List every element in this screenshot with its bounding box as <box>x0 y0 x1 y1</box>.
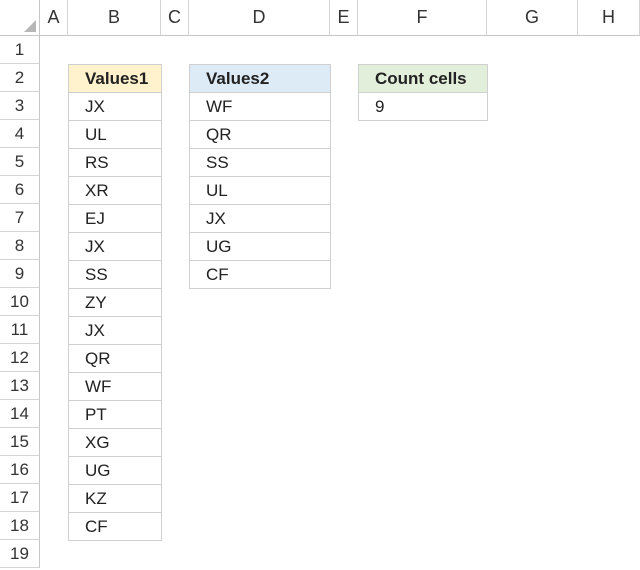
values2-header-cell[interactable]: Values2 <box>189 64 331 93</box>
values1-cell[interactable]: PT <box>68 400 162 429</box>
values1-header-cell[interactable]: Values1 <box>68 64 162 93</box>
row-header-9[interactable]: 9 <box>0 260 40 288</box>
values2-cell[interactable]: CF <box>189 260 331 289</box>
column-header-c[interactable]: C <box>161 0 189 36</box>
values1-cell[interactable]: QR <box>68 344 162 373</box>
column-header-a[interactable]: A <box>40 0 68 36</box>
values2-cell[interactable]: UG <box>189 232 331 261</box>
values1-cell[interactable]: RS <box>68 148 162 177</box>
row-header-15[interactable]: 15 <box>0 428 40 456</box>
column-header-e[interactable]: E <box>330 0 358 36</box>
select-all-triangle-icon <box>24 20 36 32</box>
values1-cell[interactable]: WF <box>68 372 162 401</box>
values1-cell[interactable]: EJ <box>68 204 162 233</box>
column-header-g[interactable]: G <box>487 0 578 36</box>
row-header-4[interactable]: 4 <box>0 120 40 148</box>
column-header-h[interactable]: H <box>578 0 640 36</box>
spreadsheet-grid: ABCDEFGH 1 2 3 4 5 6 7 8 9 10 11 12 13 14 15 16 17 18 19 V… <box>0 0 640 570</box>
values1-cell[interactable]: UG <box>68 456 162 485</box>
row-header-3[interactable]: 3 <box>0 92 40 120</box>
row-header-17[interactable]: 17 <box>0 484 40 512</box>
row-header-14[interactable]: 14 <box>0 400 40 428</box>
row-header-1[interactable]: 1 <box>0 36 40 64</box>
column-header-f[interactable]: F <box>358 0 487 36</box>
count-cells-result-cell[interactable]: 9 <box>358 92 488 121</box>
select-all-corner[interactable] <box>0 0 40 36</box>
values1-cell[interactable]: SS <box>68 260 162 289</box>
values1-cell[interactable]: KZ <box>68 484 162 513</box>
values1-cell[interactable]: XG <box>68 428 162 457</box>
values1-cell[interactable]: XR <box>68 176 162 205</box>
row-header-2[interactable]: 2 <box>0 64 40 92</box>
values1-cell[interactable]: CF <box>68 512 162 541</box>
row-header-16[interactable]: 16 <box>0 456 40 484</box>
row-header-13[interactable]: 13 <box>0 372 40 400</box>
values2-cell[interactable]: UL <box>189 176 331 205</box>
values1-cell[interactable]: ZY <box>68 288 162 317</box>
values2-cell[interactable]: WF <box>189 92 331 121</box>
values2-cell[interactable]: JX <box>189 204 331 233</box>
row-header-7[interactable]: 7 <box>0 204 40 232</box>
row-header-18[interactable]: 18 <box>0 512 40 540</box>
row-header-12[interactable]: 12 <box>0 344 40 372</box>
values1-cell[interactable]: UL <box>68 120 162 149</box>
row-header-8[interactable]: 8 <box>0 232 40 260</box>
row-header-5[interactable]: 5 <box>0 148 40 176</box>
column-header-d[interactable]: D <box>189 0 330 36</box>
values1-cell[interactable]: JX <box>68 232 162 261</box>
count-cells-header-cell[interactable]: Count cells <box>358 64 488 93</box>
row-header-19[interactable]: 19 <box>0 540 40 568</box>
values2-cell[interactable]: QR <box>189 120 331 149</box>
row-header-10[interactable]: 10 <box>0 288 40 316</box>
row-header-11[interactable]: 11 <box>0 316 40 344</box>
row-header-6[interactable]: 6 <box>0 176 40 204</box>
values1-cell[interactable]: JX <box>68 316 162 345</box>
column-header-b[interactable]: B <box>68 0 161 36</box>
values1-cell[interactable]: JX <box>68 92 162 121</box>
values2-cell[interactable]: SS <box>189 148 331 177</box>
